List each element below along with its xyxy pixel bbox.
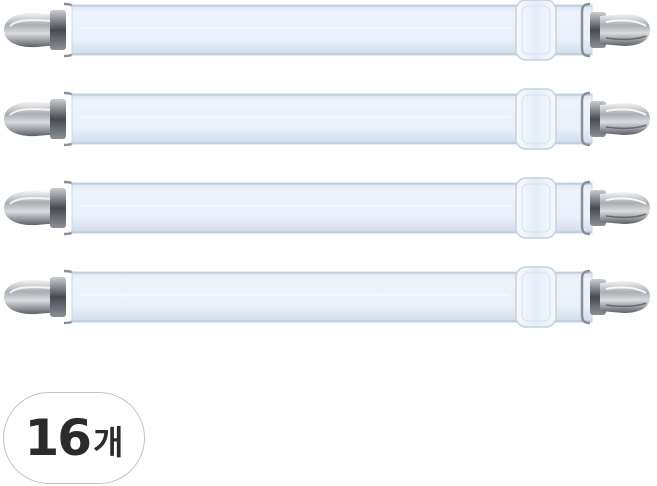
strap-2 — [2, 87, 652, 151]
quantity-unit: 개 — [93, 422, 124, 462]
quantity-badge: 16 개 — [3, 392, 145, 484]
strap-4 — [2, 265, 652, 329]
quantity-number: 16 — [24, 409, 93, 467]
strap-3 — [2, 176, 652, 240]
strap-1 — [2, 0, 652, 62]
